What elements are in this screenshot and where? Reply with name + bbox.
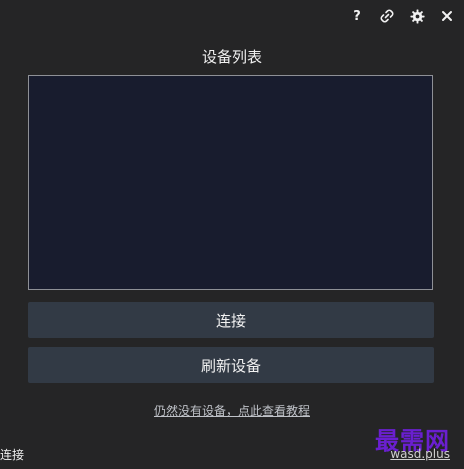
- help-icon: ?: [353, 8, 361, 24]
- link-icon: [380, 9, 394, 23]
- status-text: 连接: [0, 448, 25, 462]
- tutorial-link[interactable]: 仍然没有设备，点此查看教程: [0, 402, 464, 419]
- page-title: 设备列表: [201, 48, 262, 66]
- refresh-devices-button[interactable]: 刷新设备: [28, 347, 434, 383]
- device-list[interactable]: [28, 75, 433, 290]
- connect-button[interactable]: 连接: [28, 302, 434, 338]
- watermark-site: wasd.plus: [390, 447, 450, 461]
- link-button[interactable]: [376, 6, 398, 26]
- close-icon: [442, 11, 452, 21]
- help-button[interactable]: ?: [346, 6, 368, 26]
- settings-button[interactable]: [406, 6, 428, 26]
- gear-icon: [409, 8, 425, 24]
- close-button[interactable]: [436, 6, 458, 26]
- titlebar-controls: ?: [346, 6, 458, 26]
